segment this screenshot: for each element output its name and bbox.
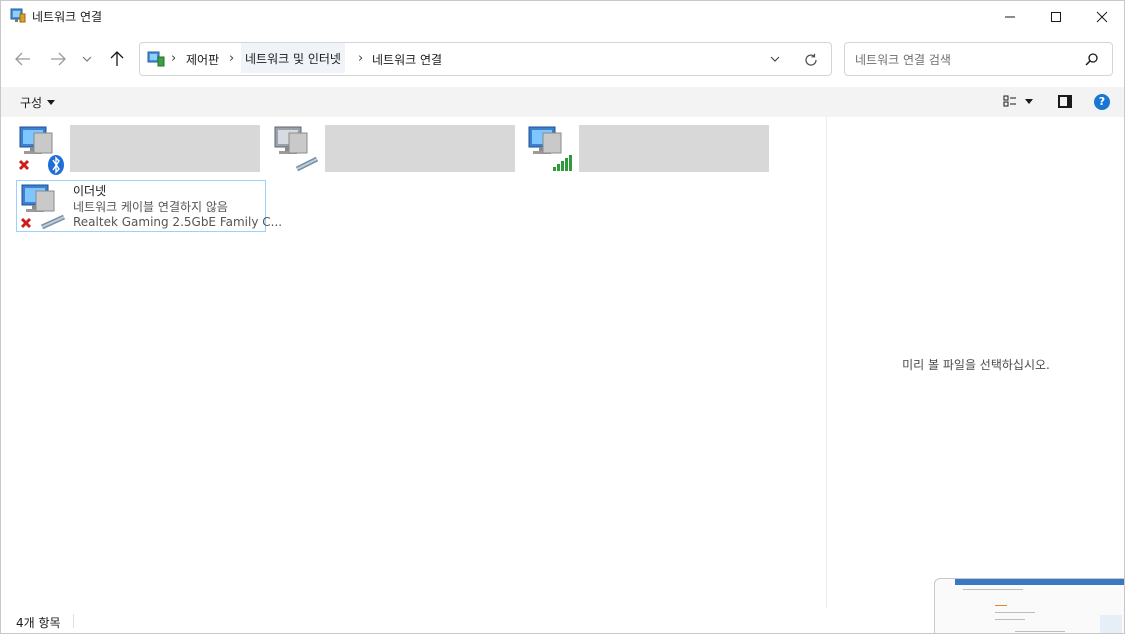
control-panel-icon [147, 51, 165, 67]
network-bluetooth-disconnected-icon [18, 126, 64, 175]
connections-list: 이더넷 네트워크 케이블 연결하지 않음 Realtek Gaming 2.5G… [1, 117, 826, 608]
recent-locations-button[interactable] [77, 49, 97, 69]
thumbnail-titlebar [955, 579, 1124, 585]
window-thumbnail-preview[interactable] [934, 578, 1124, 633]
maximize-button[interactable] [1033, 1, 1079, 32]
chevron-down-icon [770, 56, 780, 62]
item-count: 4개 항목 [16, 616, 61, 630]
navigation-bar: › 제어판 › 네트워크 및 인터넷 › 네트워크 연결 네트워크 연결 검색 [1, 32, 1124, 87]
redacted-connection-info [325, 125, 515, 172]
close-button[interactable] [1079, 1, 1124, 32]
network-connections-app-icon [10, 8, 26, 23]
minimize-button[interactable] [987, 1, 1033, 32]
thumbnail-line [995, 612, 1035, 613]
thumbnail-line [995, 605, 1007, 606]
help-button[interactable]: ? [1094, 94, 1110, 110]
connection-item[interactable] [525, 123, 770, 175]
breadcrumb-separator-icon: › [358, 51, 364, 66]
arrow-right-icon [51, 52, 66, 66]
minimize-icon [1005, 16, 1015, 17]
breadcrumb-network-connections[interactable]: 네트워크 연결 [372, 51, 442, 68]
breadcrumb-separator-icon: › [171, 51, 177, 66]
caret-down-icon [1025, 98, 1033, 104]
breadcrumb-separator-icon: › [229, 51, 235, 66]
breadcrumb-network-internet[interactable]: 네트워크 및 인터넷 [241, 43, 345, 73]
network-wifi-signal-icon [528, 126, 572, 171]
forward-button[interactable] [46, 49, 70, 69]
back-button[interactable] [11, 49, 35, 69]
maximize-icon [1051, 11, 1061, 22]
caret-down-icon [47, 100, 56, 105]
arrow-up-icon [110, 51, 124, 66]
change-view-button[interactable] [1003, 94, 1033, 108]
breadcrumb-control-panel[interactable]: 제어판 [186, 51, 219, 68]
search-icon [1085, 53, 1098, 66]
search-placeholder: 네트워크 연결 검색 [855, 53, 951, 67]
thumbnail-line [963, 589, 1023, 590]
search-input[interactable]: 네트워크 연결 검색 [844, 42, 1113, 76]
close-icon [1096, 11, 1108, 22]
preview-pane: 미리 볼 파일을 선택하십시오. [826, 117, 1124, 608]
organize-menu-button[interactable]: 구성 [20, 94, 56, 111]
network-cable-icon [274, 126, 319, 172]
thumbnail-line [1015, 631, 1065, 632]
command-bar: 구성 ? [1, 87, 1124, 117]
organize-label: 구성 [20, 96, 43, 110]
connection-status: 네트워크 케이블 연결하지 않음 [73, 200, 228, 214]
status-divider [73, 614, 74, 628]
up-button[interactable] [105, 49, 129, 69]
explorer-window: 네트워크 연결 › 제어판 › 네트워크 및 인터넷 › 네트워크 연결 네트워… [0, 0, 1125, 634]
refresh-button[interactable] [800, 50, 822, 70]
connection-adapter: Realtek Gaming 2.5GbE Family C... [73, 215, 283, 229]
connection-item[interactable] [271, 123, 516, 175]
window-title: 네트워크 연결 [32, 10, 103, 24]
connection-item-ethernet[interactable]: 이더넷 네트워크 케이블 연결하지 않음 Realtek Gaming 2.5G… [16, 180, 282, 232]
chevron-down-icon [82, 56, 92, 62]
network-ethernet-disconnected-icon [20, 184, 66, 230]
redacted-connection-info [579, 125, 769, 172]
view-options-icon [1003, 95, 1016, 107]
connection-item[interactable] [16, 123, 261, 175]
thumbnail-line [995, 619, 1025, 620]
preview-pane-toggle-button[interactable] [1058, 95, 1072, 108]
connection-name: 이더넷 [73, 184, 107, 198]
title-bar: 네트워크 연결 [1, 1, 1124, 32]
address-bar[interactable]: › 제어판 › 네트워크 및 인터넷 › 네트워크 연결 [139, 42, 832, 76]
arrow-left-icon [15, 52, 30, 66]
address-history-dropdown[interactable] [765, 51, 785, 67]
preview-message: 미리 볼 파일을 선택하십시오. [902, 358, 1050, 372]
thumbnail-line [1100, 615, 1122, 633]
refresh-icon [805, 53, 817, 66]
redacted-connection-info [70, 125, 260, 172]
